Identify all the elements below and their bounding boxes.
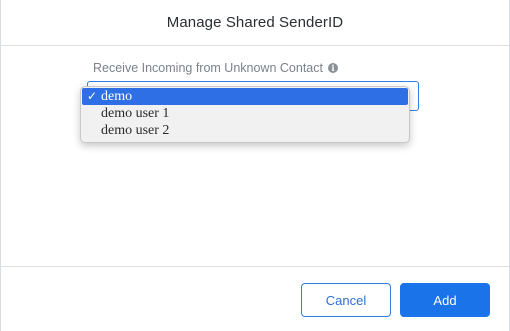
info-icon[interactable]: i (327, 63, 338, 73)
dropdown-option-demo-user-2[interactable]: demo user 2 (82, 122, 408, 139)
option-label: demo user 1 (101, 106, 170, 121)
dropdown-option-demo[interactable]: ✓ demo (82, 88, 408, 105)
dropdown-option-demo-user-1[interactable]: demo user 1 (82, 105, 408, 122)
field-label: Receive Incoming from Unknown Contact i (93, 61, 338, 75)
contact-dropdown-list: ✓ demo demo user 1 demo user 2 (80, 86, 410, 143)
dialog-header: Manage Shared SenderID (1, 0, 509, 46)
dialog-title: Manage Shared SenderID (166, 14, 344, 31)
option-label: demo (101, 89, 133, 104)
cancel-button[interactable]: Cancel (301, 283, 391, 317)
add-button[interactable]: Add (400, 283, 490, 317)
field-label-text: Receive Incoming from Unknown Contact (93, 61, 323, 75)
checkmark-icon: ✓ (87, 89, 98, 103)
option-label: demo user 2 (101, 123, 170, 138)
manage-sender-dialog: Manage Shared SenderID Receive Incoming … (0, 0, 510, 331)
dialog-footer: Cancel Add (1, 266, 509, 331)
